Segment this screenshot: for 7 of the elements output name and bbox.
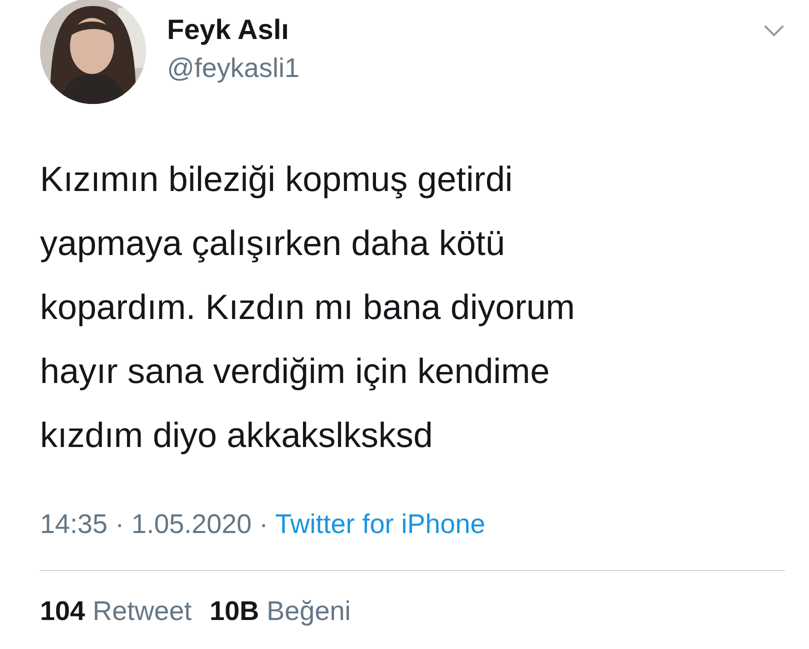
chevron-down-icon[interactable] bbox=[763, 24, 785, 37]
tweet-timestamp: 14:35 · 1.05.2020 · Twitter for iPhone bbox=[40, 508, 486, 541]
username: @feykasli1 bbox=[167, 52, 300, 85]
engagement-count[interactable]: 104 Retweet bbox=[40, 591, 192, 631]
display-name: Feyk Aslı bbox=[167, 13, 290, 47]
tweet-text: Kızımın bileziği kopmuş getirdi yapmaya çalışırken daha kötü kopardım. Kızdın mı bana diyorum hayır sana verdiğim için kendime kızdım diyo akkakslksksd bbox=[40, 159, 576, 457]
engagement-count[interactable]: 10B Beğeni bbox=[210, 591, 351, 631]
